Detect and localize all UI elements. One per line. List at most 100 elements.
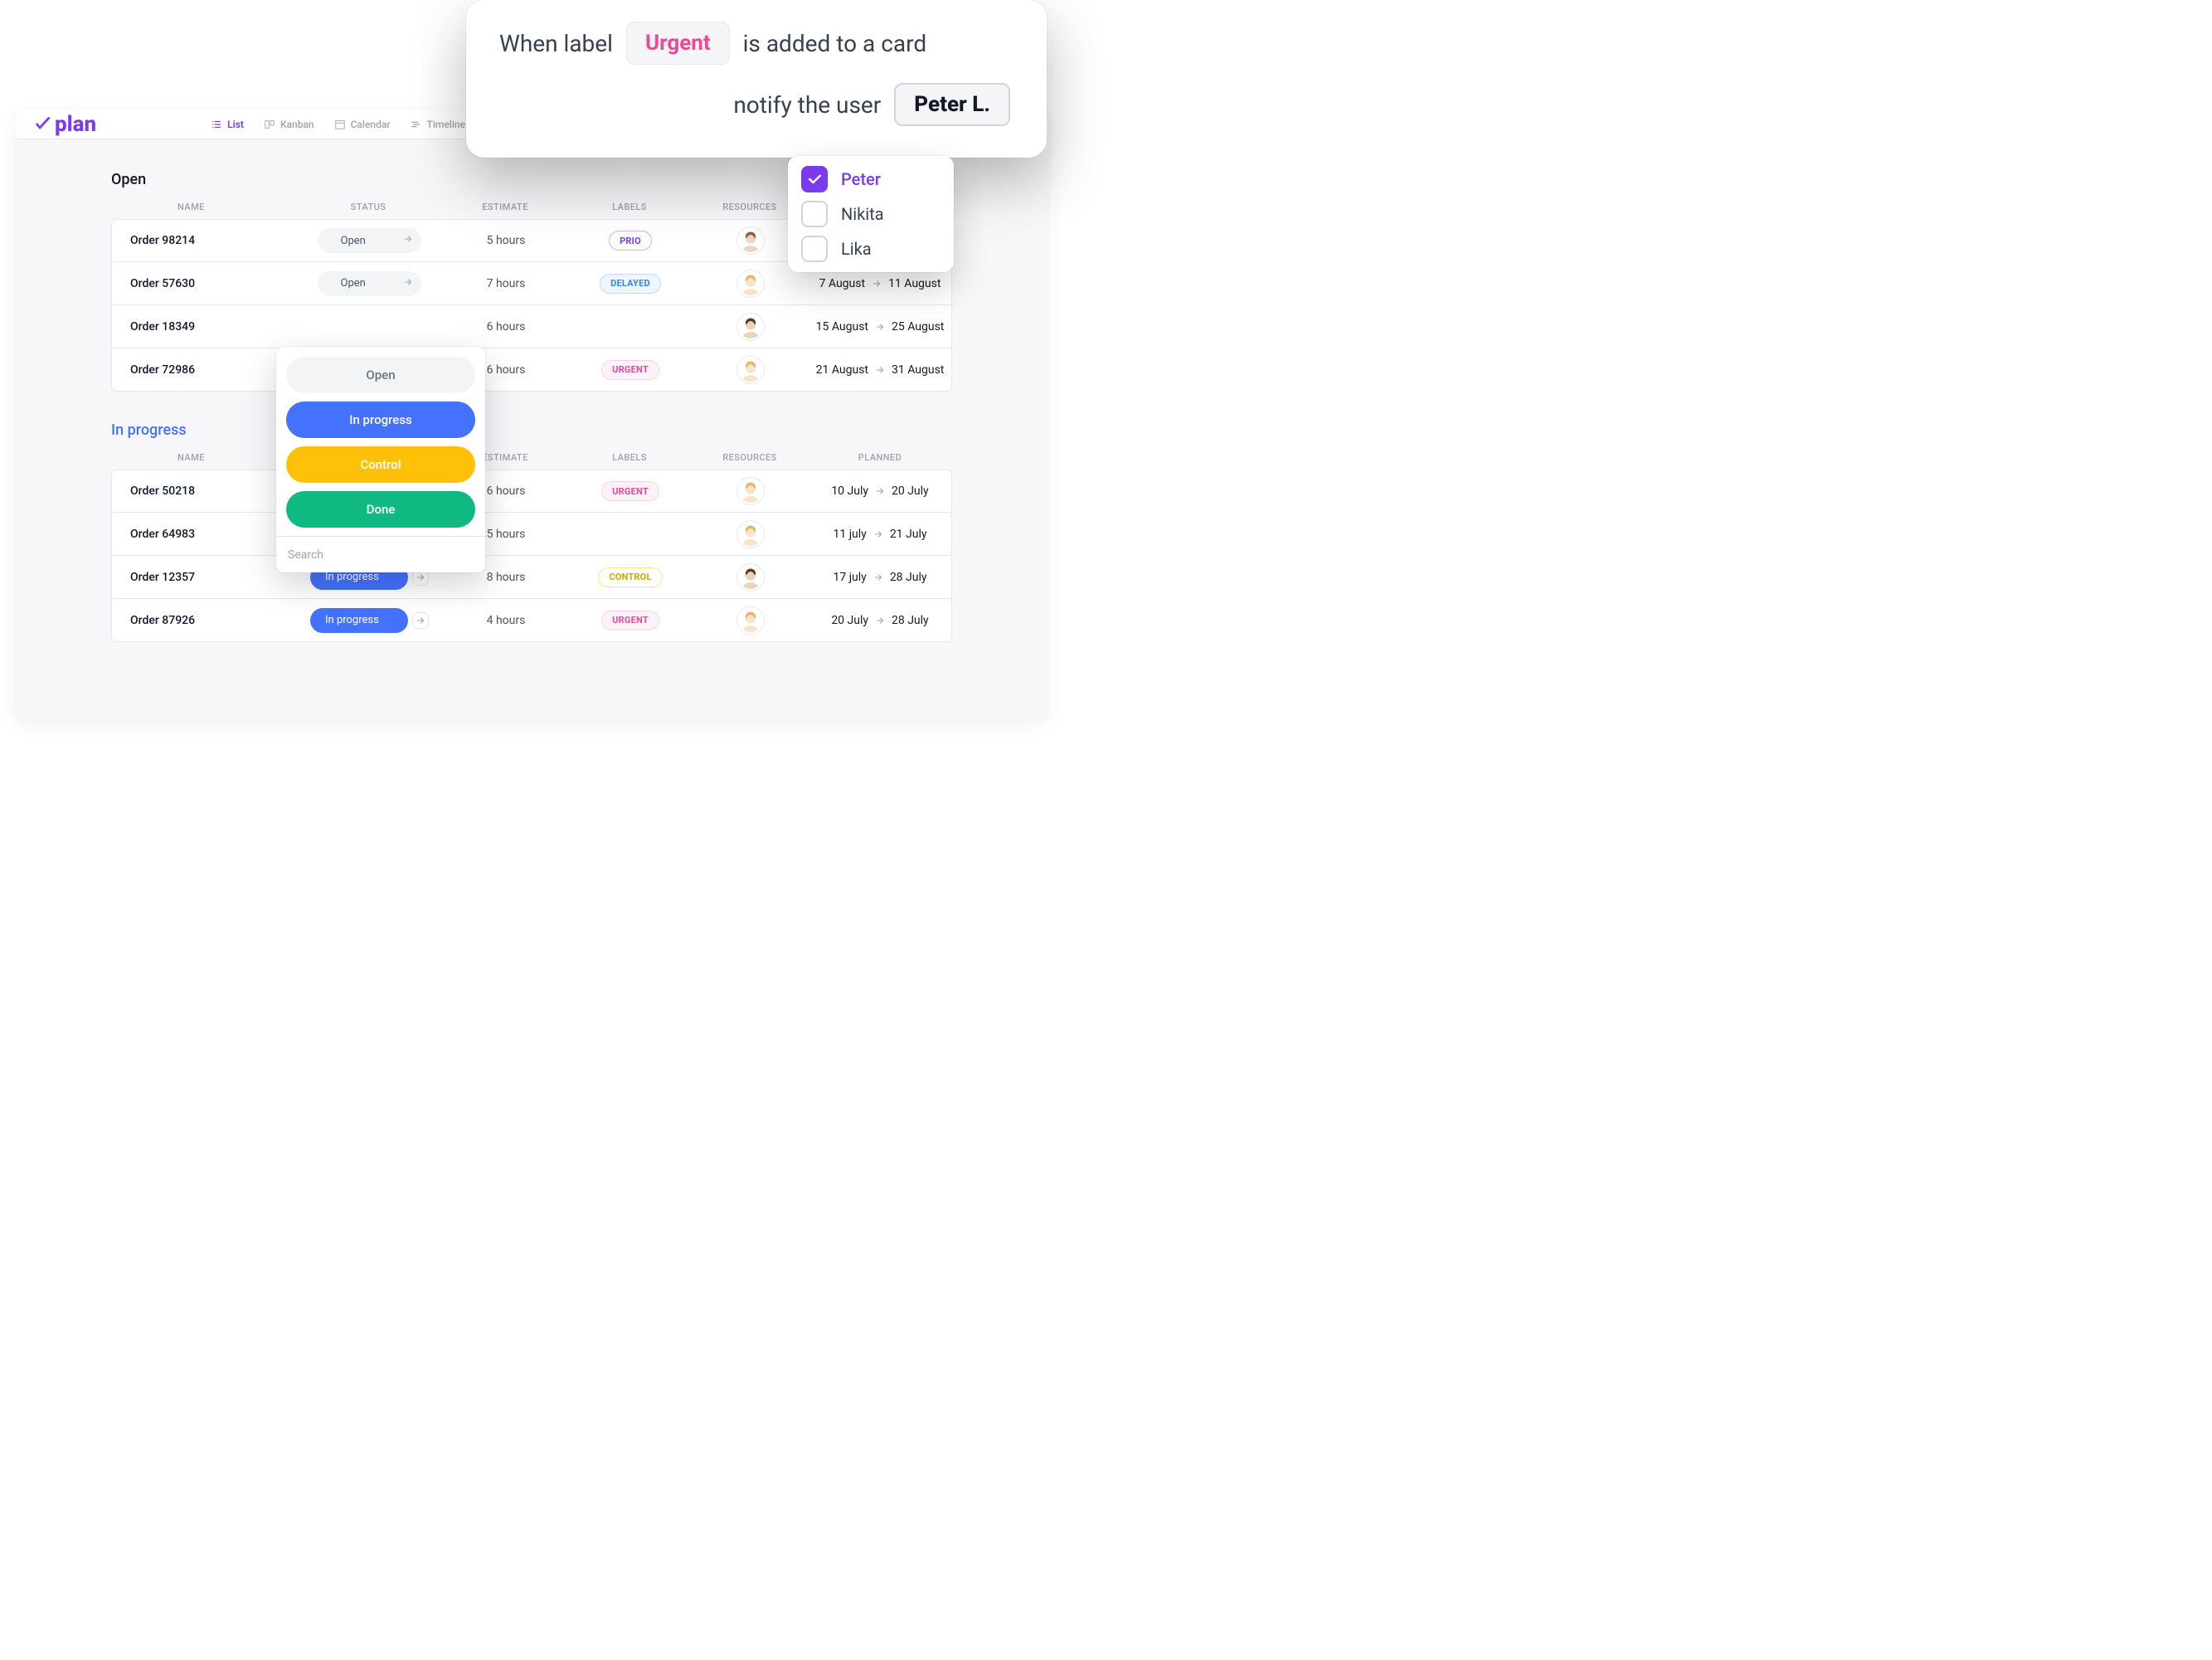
status-pill[interactable]: In progress	[310, 608, 408, 633]
cell-name: Order 50218	[112, 484, 294, 498]
arrow-right-icon	[416, 572, 425, 582]
logo-check-icon	[33, 114, 53, 134]
rule-text-notify: notify the user	[733, 91, 881, 119]
col-name: NAME	[111, 452, 294, 463]
status-option-done[interactable]: Done	[286, 491, 475, 528]
user-option-nikita[interactable]: Nikita	[801, 201, 941, 227]
cell-planned: 20 July28 July	[809, 614, 951, 627]
cell-planned: 15 August25 August	[809, 320, 951, 333]
col-estimate: ESTIMATE	[443, 202, 567, 212]
cell-planned: 10 July20 July	[809, 484, 951, 498]
table-row[interactable]: Order 502186 hoursURGENT10 July20 July	[111, 470, 952, 513]
automation-rule-card: When label Urgent is added to a card not…	[466, 0, 1047, 158]
label-chip-urgent[interactable]: URGENT	[601, 611, 659, 630]
avatar	[737, 227, 764, 254]
tab-list[interactable]: List	[211, 119, 244, 130]
arrow-right-icon	[416, 616, 425, 626]
col-labels: LABELS	[567, 452, 692, 463]
cell-resource	[693, 564, 809, 591]
cell-label: URGENT	[568, 481, 693, 501]
avatar	[737, 607, 764, 634]
cell-name: Order 72986	[112, 363, 294, 377]
user-option-lika[interactable]: Lika	[801, 236, 941, 262]
cell-estimate: 4 hours	[444, 614, 568, 627]
table-header: NAMESTATUSESTIMATELABELSRESOURCESPLANNED	[111, 447, 952, 470]
checkbox-checked-icon	[801, 166, 828, 192]
arrow-right-icon	[875, 365, 885, 375]
col-planned: PLANNED	[808, 452, 952, 463]
cell-name: Order 98214	[112, 234, 294, 247]
table-row[interactable]: Order 18349 6 hours 15 August25 August	[111, 305, 952, 348]
status-pill[interactable]: Open	[318, 228, 421, 253]
cell-label: URGENT	[568, 611, 693, 630]
label-chip-prio[interactable]: PRIO	[609, 231, 652, 251]
timeline-icon	[411, 119, 422, 130]
rule-text-whenlabel: When label	[499, 30, 613, 57]
cell-planned: 7 August11 August	[809, 277, 951, 290]
cell-status: Open	[294, 228, 444, 253]
user-select-popover: Peter Nikita Lika	[788, 156, 954, 272]
status-option-inprogress[interactable]: In progress	[286, 402, 475, 438]
cell-planned: 21 August31 August	[809, 363, 951, 377]
kanban-icon	[264, 119, 275, 130]
avatar	[737, 521, 764, 548]
arrow-right-icon	[875, 322, 885, 332]
cell-name: Order 64983	[112, 528, 294, 541]
avatar	[737, 478, 764, 504]
cell-estimate: 5 hours	[444, 234, 568, 247]
cell-resource	[693, 478, 809, 504]
cell-name: Order 18349	[112, 320, 294, 333]
calendar-icon	[334, 119, 346, 130]
status-pill[interactable]: Open	[318, 271, 421, 296]
arrow-right-icon	[875, 486, 885, 496]
cell-resource	[693, 270, 809, 297]
cell-estimate: 6 hours	[444, 320, 568, 333]
cell-resource	[693, 607, 809, 634]
status-search-input[interactable]: Search	[276, 536, 485, 572]
label-chip-delayed[interactable]: DELAYED	[600, 274, 661, 294]
rule-user-chip[interactable]: Peter L.	[894, 83, 1010, 126]
arrow-right-icon	[873, 572, 883, 582]
cell-name: Order 12357	[112, 571, 294, 584]
col-resources: RESOURCES	[692, 452, 808, 463]
user-option-peter[interactable]: Peter	[801, 166, 941, 192]
checkbox-unchecked-icon	[801, 201, 828, 227]
avatar	[737, 314, 764, 340]
table-row[interactable]: Order 12357In progress8 hoursCONTROL17 j…	[111, 556, 952, 599]
checkbox-unchecked-icon	[801, 236, 828, 262]
arrow-right-icon	[872, 279, 882, 289]
table-row[interactable]: Order 729866 hoursURGENT21 August31 Augu…	[111, 348, 952, 392]
status-option-control[interactable]: Control	[286, 446, 475, 483]
cell-name: Order 57630	[112, 277, 294, 290]
rule-label-chip[interactable]: Urgent	[626, 22, 730, 65]
cell-resource	[693, 521, 809, 548]
arrow-right-icon	[875, 616, 885, 626]
status-change-button[interactable]	[413, 613, 428, 628]
cell-planned: 17 july28 July	[809, 571, 951, 584]
cell-name: Order 87926	[112, 614, 294, 627]
avatar	[737, 357, 764, 383]
brand-logo: plan	[33, 112, 96, 137]
cell-resource	[693, 314, 809, 340]
avatar	[737, 270, 764, 297]
tab-kanban[interactable]: Kanban	[264, 119, 314, 130]
list-icon	[211, 119, 222, 130]
section-header-inprog: In progress	[111, 421, 952, 439]
table-row[interactable]: Order 64983In progress5 hours11 july21 J…	[111, 513, 952, 556]
label-chip-control[interactable]: CONTROL	[598, 567, 662, 587]
col-status: STATUS	[294, 202, 443, 212]
table-row[interactable]: Order 87926 In progress 4 hours URGENT 20 Ju…	[111, 599, 952, 642]
tab-calendar[interactable]: Calendar	[334, 119, 391, 130]
col-name: NAME	[111, 202, 294, 212]
cell-label: CONTROL	[568, 567, 693, 587]
tab-timeline[interactable]: Timeline	[411, 119, 465, 130]
label-chip-urgent[interactable]: URGENT	[601, 360, 659, 380]
cell-status: In progress	[294, 608, 444, 633]
cell-estimate: 7 hours	[444, 277, 568, 290]
status-option-open[interactable]: Open	[286, 357, 475, 393]
arrow-right-icon	[873, 529, 883, 539]
cell-resource	[693, 357, 809, 383]
arrow-right-icon	[403, 277, 413, 287]
cell-label: PRIO	[568, 231, 693, 251]
label-chip-urgent[interactable]: URGENT	[601, 481, 659, 501]
